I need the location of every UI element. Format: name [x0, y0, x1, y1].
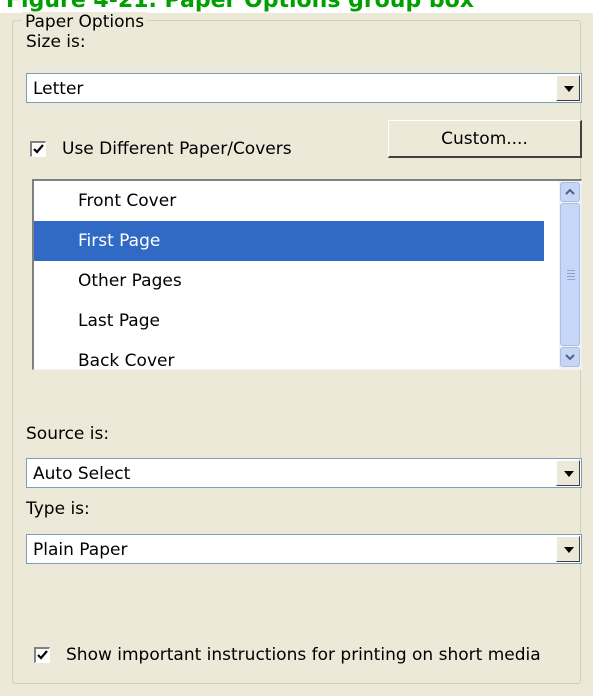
thumb-grip-line [567, 270, 575, 271]
checkmark-icon [37, 650, 48, 660]
thumb-grip-line [567, 279, 575, 280]
list-scrollbar[interactable] [559, 181, 581, 369]
source-label: Source is: [26, 424, 110, 444]
chevron-down-icon [565, 354, 575, 361]
type-dropdown-button[interactable] [556, 536, 580, 562]
paper-options-panel: Paper Options Size is: Letter Use Differ… [0, 12, 593, 696]
scroll-up-button[interactable] [560, 182, 580, 202]
thumb-grip-line [567, 276, 575, 277]
size-select[interactable]: Letter [26, 73, 582, 103]
source-dropdown-button[interactable] [556, 460, 580, 486]
list-item-front-cover[interactable]: Front Cover [34, 181, 544, 221]
list-item-last-page[interactable]: Last Page [34, 301, 544, 341]
use-different-paper-checkbox[interactable] [30, 141, 46, 157]
custom-button[interactable]: Custom.... [388, 120, 582, 158]
type-select[interactable]: Plain Paper [26, 534, 582, 564]
type-value: Plain Paper [33, 540, 128, 560]
short-media-checkbox[interactable] [34, 647, 50, 663]
scroll-down-button[interactable] [560, 347, 580, 367]
list-item-other-pages[interactable]: Other Pages [34, 261, 544, 301]
list-item-first-page[interactable]: First Page [34, 221, 544, 261]
size-dropdown-button[interactable] [556, 75, 580, 101]
scroll-thumb[interactable] [560, 203, 580, 346]
size-label: Size is: [26, 32, 86, 52]
checkmark-icon [33, 144, 44, 154]
thumb-grip-line [567, 273, 575, 274]
source-value: Auto Select [33, 464, 131, 484]
type-label: Type is: [26, 499, 90, 519]
chevron-up-icon [565, 188, 575, 195]
use-different-paper-label[interactable]: Use Different Paper/Covers [62, 139, 292, 159]
paper-pages-list[interactable]: Front Cover First Page Other Pages Last … [32, 179, 582, 370]
size-value: Letter [33, 79, 84, 99]
group-title: Paper Options [22, 12, 148, 32]
short-media-label[interactable]: Show important instructions for printing… [66, 645, 541, 665]
source-select[interactable]: Auto Select [26, 458, 582, 488]
list-item-back-cover[interactable]: Back Cover [34, 341, 544, 369]
